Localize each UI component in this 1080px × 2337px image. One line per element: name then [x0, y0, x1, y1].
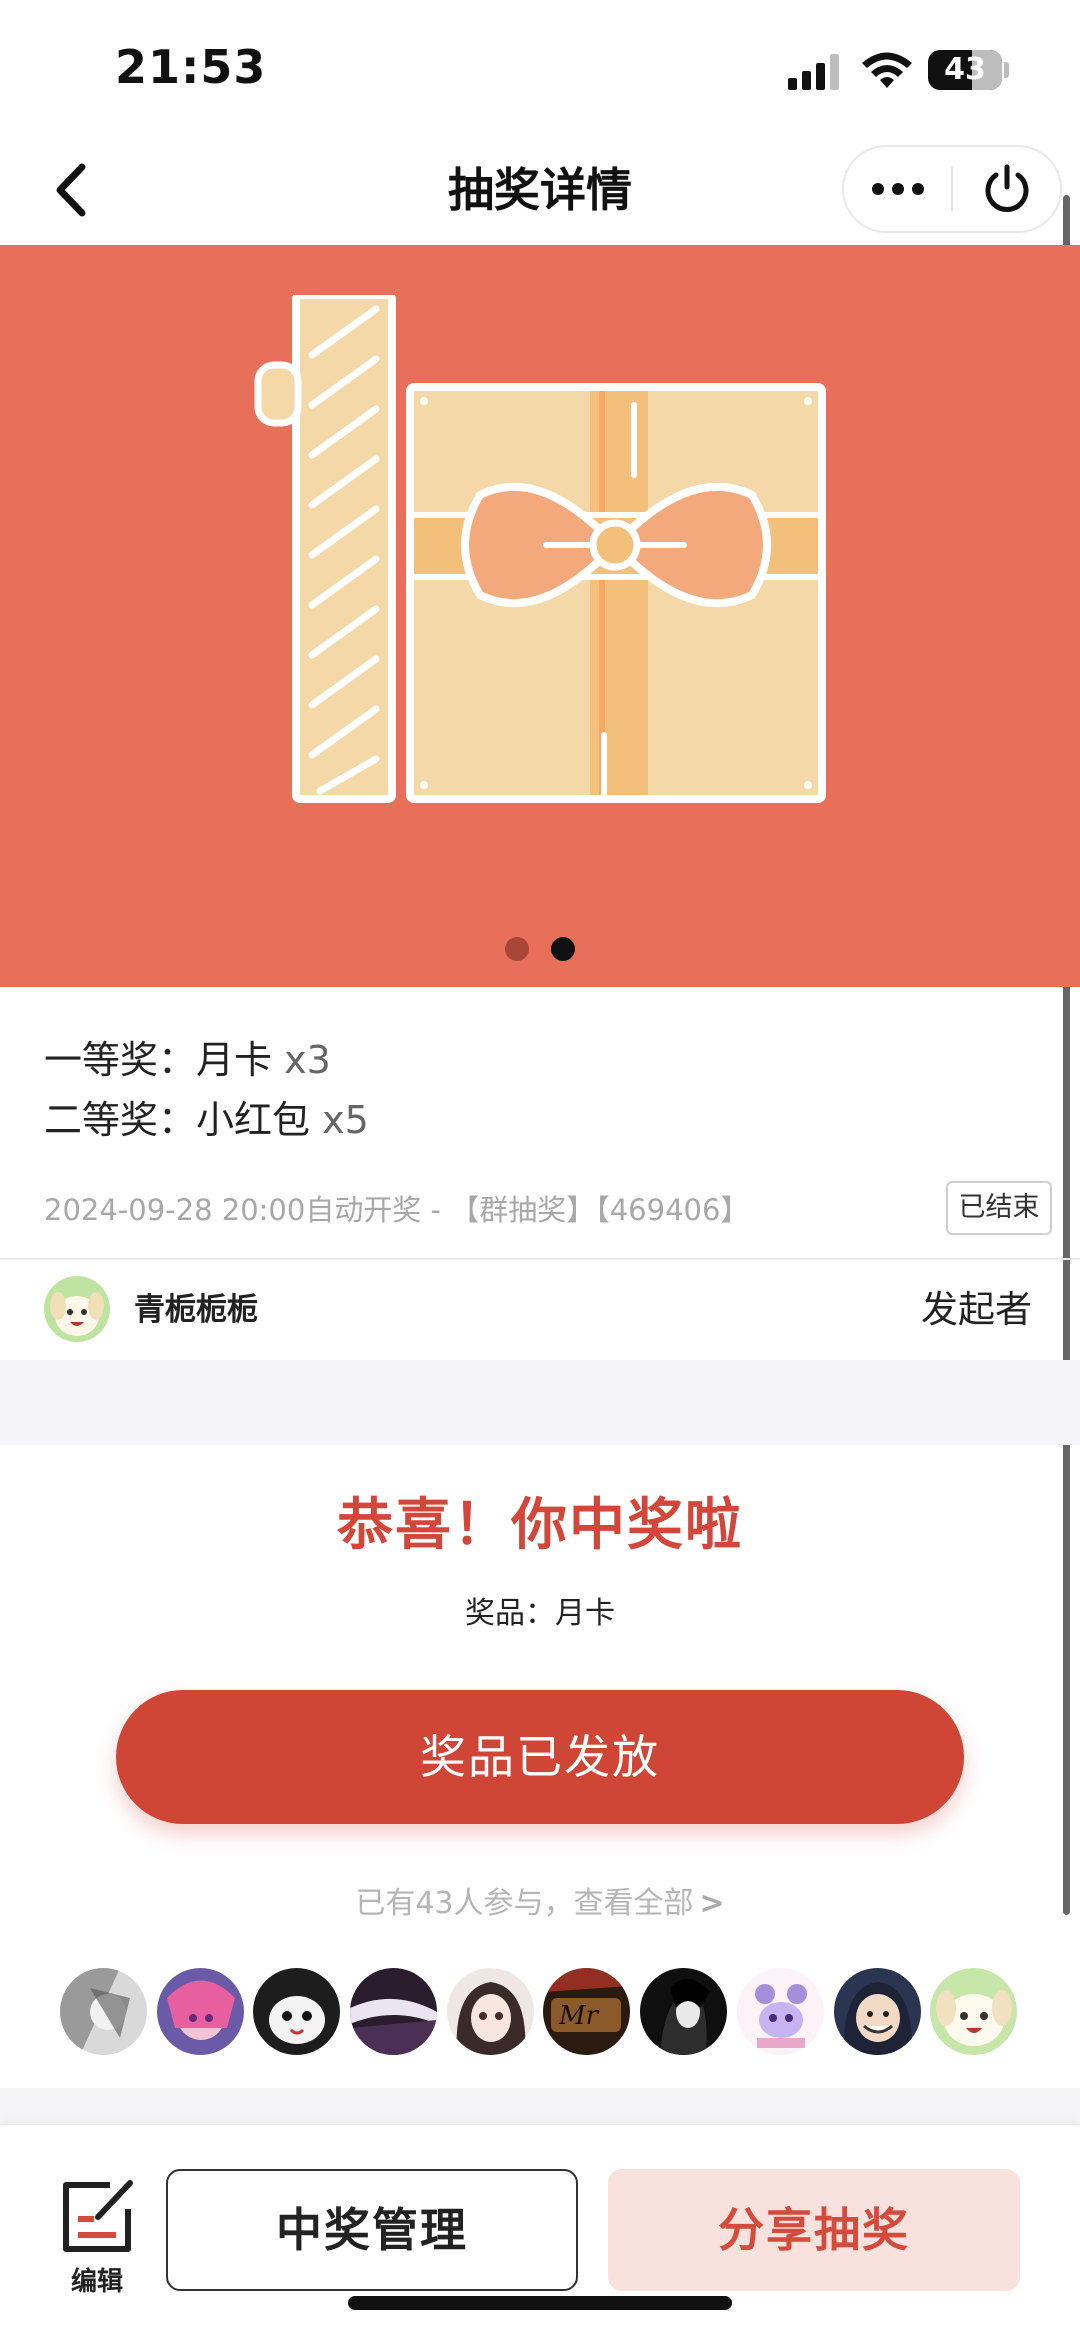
edit-button[interactable]: 编辑: [52, 2179, 142, 2299]
battery-nub: [1004, 62, 1009, 78]
lottery-meta: 2024-09-28 20:00自动开奖 - 【群抽奖】【469406】 已结束: [44, 1181, 1052, 1235]
prize-distributed-button[interactable]: 奖品已发放: [116, 1690, 964, 1824]
participant-avatar[interactable]: Mr: [543, 1968, 631, 2055]
signal-icon: [788, 54, 839, 90]
prize-tier: 一等奖：: [44, 1038, 197, 1082]
back-button[interactable]: [40, 155, 100, 225]
prize-name: 月卡: [196, 1038, 273, 1082]
initiator-name: 青栀栀栀: [134, 1292, 258, 1328]
prize-qty: x3: [272, 1038, 331, 1082]
carousel-dot-active[interactable]: [551, 937, 575, 961]
draw-info: 2024-09-28 20:00自动开奖 - 【群抽奖】【469406】: [44, 1193, 750, 1227]
prize-qty: x5: [310, 1098, 369, 1142]
banner-carousel[interactable]: [0, 245, 1080, 987]
dog-avatar-icon: [44, 1276, 110, 1342]
participant-avatars: Mr: [60, 1968, 1020, 2056]
back-icon: [56, 163, 86, 217]
close-button[interactable]: [953, 147, 1060, 231]
more-button[interactable]: [844, 147, 951, 231]
home-indicator[interactable]: [348, 2296, 732, 2310]
more-icon: [871, 183, 924, 195]
prize-list: 一等奖：月卡 x3 二等奖：小红包 x5: [44, 1030, 1044, 1150]
participants-count-text: 已有43人参与，查看全部: [355, 1886, 694, 1921]
participant-avatar[interactable]: [930, 1968, 1018, 2055]
wifi-icon: [862, 52, 912, 88]
mini-program-capsule: [842, 145, 1062, 233]
participant-avatar[interactable]: [350, 1968, 438, 2055]
prize-tier: 二等奖：: [44, 1098, 197, 1142]
view-all-participants-link[interactable]: 已有43人参与，查看全部 >: [0, 1878, 1080, 1922]
win-title: 恭喜！你中奖啦: [337, 1493, 743, 1558]
battery-icon: 43: [928, 50, 1002, 90]
initiator-role: 发起者: [921, 1288, 1032, 1331]
gift-box-illustration: [254, 295, 826, 803]
participant-avatar[interactable]: [253, 1968, 341, 2055]
edit-label: 编辑: [70, 2267, 123, 2297]
participant-avatar[interactable]: [446, 1968, 534, 2055]
status-badge: 已结束: [946, 1181, 1052, 1235]
win-prize: 奖品：月卡: [465, 1596, 615, 1631]
power-icon: [985, 164, 1028, 212]
share-lottery-button[interactable]: 分享抽奖: [608, 2169, 1020, 2291]
status-bar: 21:53 43: [0, 0, 1080, 130]
participant-avatar[interactable]: [60, 1968, 147, 2055]
winner-management-button[interactable]: 中奖管理: [166, 2169, 578, 2291]
carousel-indicator: [0, 937, 1080, 967]
section-gap: [0, 1360, 1080, 1445]
prize-second: 二等奖：小红包 x5: [44, 1090, 1044, 1150]
chevron-right-icon: >: [699, 1886, 725, 1921]
participant-avatar[interactable]: [736, 1968, 824, 2055]
battery-level: 43: [944, 52, 986, 87]
prize-name: 小红包: [196, 1098, 311, 1142]
participant-avatar[interactable]: [156, 1968, 244, 2055]
status-time: 21:53: [115, 40, 267, 94]
edit-icon: [63, 2180, 133, 2252]
nav-bar: 抽奖详情: [0, 135, 1080, 245]
initiator-row[interactable]: 青栀栀栀 发起者: [0, 1260, 1080, 1360]
participant-avatar[interactable]: [833, 1968, 921, 2055]
prize-first: 一等奖：月卡 x3: [44, 1030, 1044, 1090]
carousel-dot[interactable]: [505, 937, 529, 961]
participant-avatar[interactable]: [640, 1968, 728, 2055]
section-gap: [0, 2088, 1080, 2124]
svg-text:Mr: Mr: [558, 2001, 600, 2031]
avatar[interactable]: [44, 1276, 110, 1342]
